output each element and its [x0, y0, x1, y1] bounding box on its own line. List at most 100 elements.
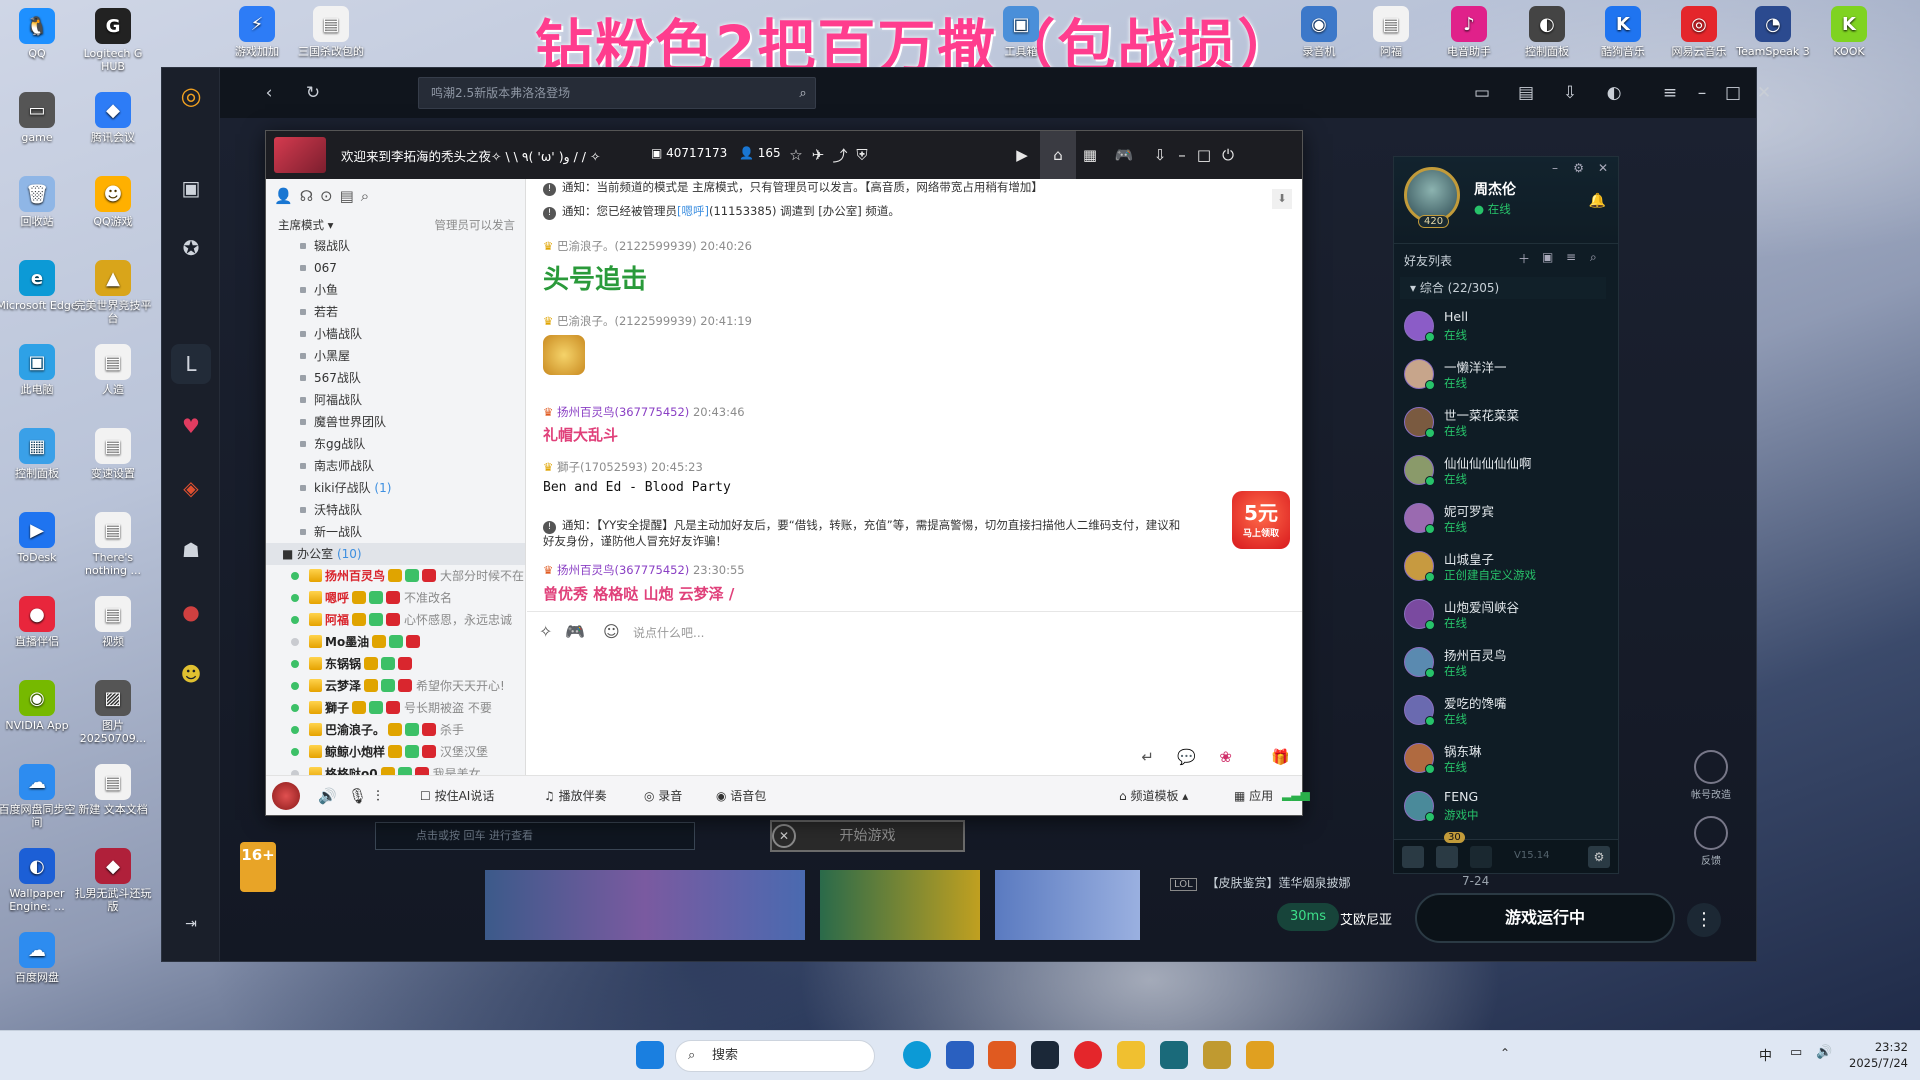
member-item[interactable]: 阿福 心怀感恩，永远忠诚: [266, 609, 525, 631]
desktop-icon[interactable]: ◉ NVIDIA App: [0, 680, 78, 732]
subchannel-item[interactable]: 魔兽世界团队: [266, 411, 525, 433]
game-icon-5[interactable]: ●: [171, 592, 211, 632]
headset-icon[interactable]: ☊: [300, 187, 313, 205]
add-folder-icon[interactable]: ▣: [1542, 250, 1553, 264]
friend-item[interactable]: Hell 在线: [1400, 303, 1606, 351]
back-icon[interactable]: ‹: [256, 80, 282, 106]
client-search-input[interactable]: 鸣潮2.5新版本弗洛洛登场: [418, 77, 816, 109]
desktop-icon[interactable]: 🐧 QQ: [0, 8, 78, 60]
tray-expand-icon[interactable]: ⌃: [1500, 1046, 1510, 1060]
message-input-placeholder[interactable]: 说点什么吧...: [633, 624, 704, 641]
desktop-icon[interactable]: e Microsoft Edge: [0, 260, 78, 312]
desktop-icon[interactable]: ♪ 电音助手: [1428, 6, 1510, 58]
subchannel-item[interactable]: 小鱼: [266, 279, 525, 301]
start-game-button[interactable]: 开始游戏: [770, 820, 965, 852]
chat-message-meta[interactable]: ♛ 獅子(17052593) 20:45:23: [543, 459, 703, 475]
my-avatar[interactable]: [272, 782, 300, 810]
desktop-icon[interactable]: K 酷狗音乐: [1582, 6, 1664, 58]
edge-icon[interactable]: [903, 1041, 931, 1069]
network-icon[interactable]: ▭: [1790, 1045, 1802, 1060]
subchannel-item[interactable]: 沃特战队: [266, 499, 525, 521]
yy-maximize-icon[interactable]: □: [1192, 143, 1216, 167]
gamepad-icon[interactable]: 🎮: [1112, 143, 1136, 167]
online-count[interactable]: 👤 165: [739, 146, 781, 160]
member-item[interactable]: 巴渝浪子。 杀手: [266, 719, 525, 741]
location-icon[interactable]: ⊙: [320, 187, 333, 205]
desktop-icon[interactable]: ▶ ToDesk: [0, 512, 78, 564]
desktop-icon[interactable]: ◉ 录音机: [1278, 6, 1360, 58]
desktop-icon[interactable]: ☻ QQ游戏: [72, 176, 154, 228]
desktop-icon[interactable]: ▤ 新建 文本文档: [72, 764, 154, 816]
microphone-icon[interactable]: 🎙: [348, 787, 367, 805]
plane-icon[interactable]: ✈: [806, 143, 830, 167]
friend-item[interactable]: 一懒洋洋一 在线: [1400, 351, 1606, 399]
yy-taskbar-icon[interactable]: [1117, 1041, 1145, 1069]
desktop-icon[interactable]: ▤ 阿福: [1350, 6, 1432, 58]
mic-icon[interactable]: [1470, 846, 1492, 868]
cancel-icon[interactable]: ✕: [772, 824, 796, 848]
list-icon[interactable]: ≡: [1566, 250, 1576, 264]
desktop-icon[interactable]: ◎ 网易云音乐: [1658, 6, 1740, 58]
game-icon-2[interactable]: ♥: [171, 406, 211, 446]
subchannel-item[interactable]: 新一战队: [266, 521, 525, 543]
refresh-icon[interactable]: ↻: [300, 80, 326, 106]
yy-download-icon[interactable]: ⇩: [1148, 143, 1172, 167]
member-item[interactable]: 嗯呼 不准改名: [266, 587, 525, 609]
add-friend-icon[interactable]: ＋: [1518, 250, 1530, 267]
share-icon[interactable]: ⤴: [828, 143, 852, 167]
chat-message-meta[interactable]: ♛ 巴渝浪子。(2122599939) 20:40:26: [543, 238, 752, 254]
friend-item[interactable]: 妮可罗宾 在线: [1400, 495, 1606, 543]
desktop-icon[interactable]: ☁ 百度网盘同步空间: [0, 764, 78, 829]
desktop-icon[interactable]: ◐ Wallpaper Engine: ...: [0, 848, 78, 913]
friend-item[interactable]: 仙仙仙仙仙仙啊 在线: [1400, 447, 1606, 495]
inbox-icon[interactable]: [1436, 846, 1458, 868]
home-icon[interactable]: ⌂: [1040, 131, 1076, 179]
desktop-icon[interactable]: G Logitech G HUB: [72, 8, 154, 73]
friend-item[interactable]: FENG 游戏中: [1400, 783, 1606, 831]
desktop-icon[interactable]: ▲ 完美世界竞技平台: [72, 260, 154, 325]
subchannel-item[interactable]: 辍战队: [266, 235, 525, 257]
avatar-icon[interactable]: ◐: [1601, 80, 1627, 106]
panel-settings-icon[interactable]: ⚙: [1573, 161, 1584, 175]
app-icon-3[interactable]: [1160, 1041, 1188, 1069]
banner-art-3[interactable]: [995, 870, 1140, 940]
friend-item[interactable]: 世一菜花菜菜 在线: [1400, 399, 1606, 447]
emoji-sticker[interactable]: [543, 335, 585, 375]
chat-message-meta[interactable]: ♛ 扬州百灵鸟(367775452) 23:30:55: [543, 562, 745, 578]
notes-icon[interactable]: ▤: [340, 187, 354, 205]
chat-message-meta[interactable]: ♛ 巴渝浪子。(2122599939) 20:41:19: [543, 313, 752, 329]
desktop-icon[interactable]: ▣ 此电脑: [0, 344, 78, 396]
video-icon[interactable]: ▶: [1010, 143, 1034, 167]
menu-icon[interactable]: ≡: [1657, 80, 1683, 106]
game-client-taskbar-icon[interactable]: [1246, 1041, 1274, 1069]
subchannel-item[interactable]: 阿福战队: [266, 389, 525, 411]
friend-search-icon[interactable]: ⌕: [1590, 250, 1597, 265]
search-icon[interactable]: ⌕: [790, 80, 816, 106]
member-item[interactable]: 獅子 号长期被盗 不要: [266, 697, 525, 719]
maximize-icon[interactable]: □: [1720, 80, 1746, 106]
collapse-sidebar-icon[interactable]: ⇥: [171, 904, 211, 944]
friend-item[interactable]: 扬州百灵鸟 在线: [1400, 639, 1606, 687]
folder-icon[interactable]: ▭: [1469, 80, 1495, 106]
apps-button[interactable]: ▦ 应用: [1234, 787, 1273, 804]
banner-art-2[interactable]: [820, 870, 980, 940]
game-icon-6[interactable]: ☻: [171, 654, 211, 694]
desktop-icon[interactable]: ▤ 视频: [72, 596, 154, 648]
member-item[interactable]: 云梦泽 希望你天天开心!: [266, 675, 525, 697]
speaker-icon[interactable]: 🔊: [318, 787, 337, 805]
news-item[interactable]: LOL 【皮肤鉴赏】莲华烟泉披娜: [1170, 874, 1351, 891]
member-item[interactable]: Mo墨油: [266, 631, 525, 653]
volume-icon[interactable]: 🔊: [1816, 1045, 1832, 1060]
channel-mode-select[interactable]: 主席模式 ▾: [278, 217, 333, 233]
enter-icon[interactable]: ↵: [1141, 748, 1154, 766]
friend-item[interactable]: 锅东琳 在线: [1400, 735, 1606, 783]
subchannel-item[interactable]: 小黑屋: [266, 345, 525, 367]
download-icon[interactable]: ⇩: [1557, 80, 1583, 106]
desktop-icon[interactable]: ◐ 控制面板: [1506, 6, 1588, 58]
desktop-icon[interactable]: ◆ 扎男无武斗还玩版: [72, 848, 154, 913]
desktop-icon[interactable]: ▤ 人造: [72, 344, 154, 396]
channel-avatar[interactable]: [274, 137, 326, 173]
taskbar-search[interactable]: ⌕ 搜索: [675, 1040, 875, 1072]
office-channel[interactable]: ■ 办公室 (10): [266, 543, 525, 565]
friend-group-header[interactable]: ▾ 综合 (22/305): [1400, 277, 1606, 299]
